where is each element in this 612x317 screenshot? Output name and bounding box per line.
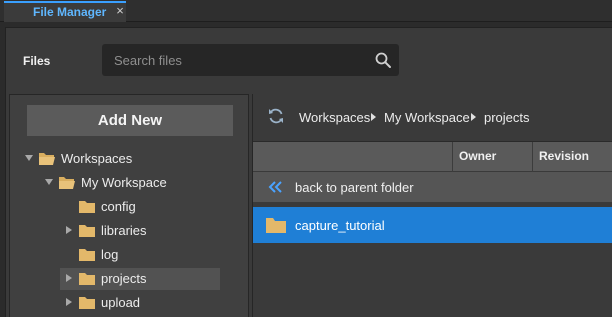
tree-item-my-workspace[interactable]: My Workspace xyxy=(40,172,230,194)
double-chevron-left-icon xyxy=(268,181,282,193)
breadcrumb-separator-icon xyxy=(371,113,376,121)
folder-contents-pane: Workspaces My Workspace projects Owner R… xyxy=(252,94,612,317)
file-manager-panel: Files Add New Workspaces My Workspac xyxy=(5,27,612,317)
caret-right-icon[interactable] xyxy=(66,274,72,282)
folder-icon xyxy=(79,201,95,213)
search-box[interactable] xyxy=(102,44,399,76)
folder-open-icon xyxy=(59,177,75,189)
tree-item-workspaces[interactable]: Workspaces xyxy=(20,148,220,170)
files-label: Files xyxy=(23,54,51,68)
back-to-parent-row[interactable]: back to parent folder xyxy=(253,172,612,202)
tree-item-label: libraries xyxy=(101,223,147,238)
tree-item-upload[interactable]: upload xyxy=(60,292,220,314)
folder-tree-pane: Add New Workspaces My Workspace config l… xyxy=(9,94,249,317)
caret-right-icon[interactable] xyxy=(66,298,72,306)
tree-item-libraries[interactable]: libraries xyxy=(60,220,220,242)
close-icon[interactable]: × xyxy=(114,4,126,18)
tree-item-projects[interactable]: projects xyxy=(60,268,220,290)
breadcrumb-my-workspace[interactable]: My Workspace xyxy=(384,110,470,125)
breadcrumb-workspaces[interactable]: Workspaces xyxy=(299,110,370,125)
tree-item-config[interactable]: config xyxy=(60,196,220,218)
tree-item-label: upload xyxy=(101,295,141,310)
tree-item-label: log xyxy=(101,247,119,262)
folder-icon xyxy=(266,218,286,233)
breadcrumb-projects[interactable]: projects xyxy=(484,110,530,125)
caret-down-icon[interactable] xyxy=(45,179,53,185)
tree-item-log[interactable]: log xyxy=(60,244,220,266)
folder-icon xyxy=(79,273,95,285)
tree-item-label: My Workspace xyxy=(81,175,167,190)
refresh-icon[interactable] xyxy=(267,107,285,125)
column-header-revision[interactable]: Revision xyxy=(532,142,612,172)
back-to-parent-label: back to parent folder xyxy=(295,180,414,195)
caret-right-icon[interactable] xyxy=(66,226,72,234)
list-item-label: capture_tutorial xyxy=(295,218,385,233)
tree-item-label: projects xyxy=(101,271,147,286)
list-item[interactable]: capture_tutorial xyxy=(253,207,612,243)
column-header-row: Owner Revision xyxy=(253,141,612,172)
tree-item-label: config xyxy=(101,199,136,214)
column-header-owner[interactable]: Owner xyxy=(452,142,532,172)
folder-icon xyxy=(79,225,95,237)
folder-open-icon xyxy=(39,153,55,165)
add-new-button[interactable]: Add New xyxy=(27,105,233,136)
folder-icon xyxy=(79,297,95,309)
column-header-name[interactable] xyxy=(253,142,452,172)
search-icon[interactable] xyxy=(374,51,392,69)
search-input[interactable] xyxy=(114,52,364,68)
folder-icon xyxy=(79,249,95,261)
caret-down-icon[interactable] xyxy=(25,155,33,161)
tab-title: File Manager xyxy=(33,5,107,19)
tab-bar: File Manager × xyxy=(0,0,612,22)
tree-item-label: Workspaces xyxy=(61,151,133,166)
tab-file-manager[interactable]: File Manager × xyxy=(4,1,126,22)
breadcrumb-separator-icon xyxy=(471,113,476,121)
